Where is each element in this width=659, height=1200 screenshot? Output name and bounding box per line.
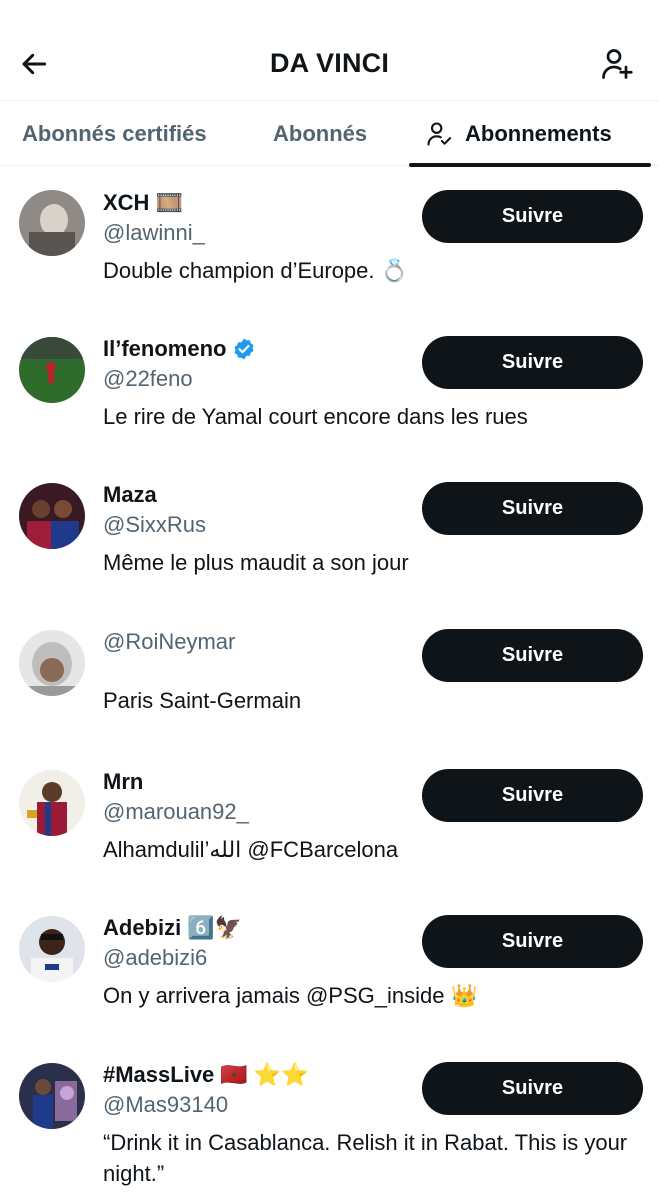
avatar[interactable]: [19, 337, 85, 403]
page-title: DA VINCI: [269, 48, 390, 78]
tab-following-label: Abonnements: [465, 120, 612, 146]
film-icon: 🎞️: [155, 190, 183, 215]
follow-button[interactable]: Suivre: [422, 769, 643, 822]
user-bio: Paris Saint-Germain: [103, 688, 302, 713]
user-name: XCH 🎞️: [103, 190, 183, 215]
avatar[interactable]: [19, 916, 85, 982]
add-user-button[interactable]: [597, 44, 637, 84]
user-handle: @marouan92_: [103, 799, 249, 824]
tab-bar: Abonnés certifiés Abonnés Abonnements: [0, 100, 659, 167]
avatar[interactable]: [19, 190, 85, 256]
keycap-eagle-icon: 6️⃣🦅: [187, 915, 243, 940]
top-bar: DA VINCI: [0, 0, 659, 100]
user-bio: Alhamdulil’الله @FCBarcelona: [103, 837, 399, 862]
avatar[interactable]: [19, 483, 85, 549]
user-handle: @adebizi6: [103, 945, 208, 970]
user-handle: @22feno: [103, 366, 193, 391]
user-name: Maza: [103, 482, 157, 507]
avatar[interactable]: [19, 770, 85, 836]
user-name: Il’fenomeno: [103, 336, 256, 362]
user-name: Adebizi 6️⃣🦅: [103, 915, 243, 940]
follow-button[interactable]: Suivre: [422, 1062, 643, 1115]
user-handle: @lawinni_: [103, 220, 205, 245]
user-name: Mrn: [103, 769, 144, 794]
user-bio: Le rire de Yamal court encore dans les r…: [103, 404, 528, 429]
user-bio: Double champion d’Europe. 💍: [103, 258, 409, 283]
flag-stars-icon: 🇲🇦 ⭐⭐: [220, 1062, 309, 1087]
user-check-icon: [427, 121, 452, 146]
tab-verified-followers[interactable]: Abonnés certifiés: [22, 101, 207, 166]
follow-button[interactable]: Suivre: [422, 482, 643, 535]
user-bio: On y arrivera jamais @PSG_inside 👑: [103, 983, 478, 1008]
tab-followers[interactable]: Abonnés: [273, 101, 367, 166]
tab-following[interactable]: Abonnements: [425, 101, 612, 166]
follow-button[interactable]: Suivre: [422, 336, 643, 389]
user-bio: Même le plus maudit a son jour: [103, 550, 409, 575]
verified-badge-icon: [234, 338, 254, 360]
add-user-icon: [602, 49, 633, 79]
follow-button[interactable]: Suivre: [422, 629, 643, 682]
user-handle: @SixxRus: [103, 512, 207, 537]
user-handle: @Mas93140: [103, 1092, 229, 1117]
avatar[interactable]: [19, 630, 85, 696]
user-name: #MassLive 🇲🇦 ⭐⭐: [103, 1062, 309, 1087]
active-tab-indicator: [409, 163, 651, 167]
follow-button[interactable]: Suivre: [422, 190, 643, 243]
user-bio: “Drink it in Casablanca. Relish it in Ra…: [103, 1130, 628, 1186]
user-handle: @RoiNeymar: [103, 629, 236, 654]
avatar[interactable]: [19, 1063, 85, 1129]
follow-button[interactable]: Suivre: [422, 915, 643, 968]
